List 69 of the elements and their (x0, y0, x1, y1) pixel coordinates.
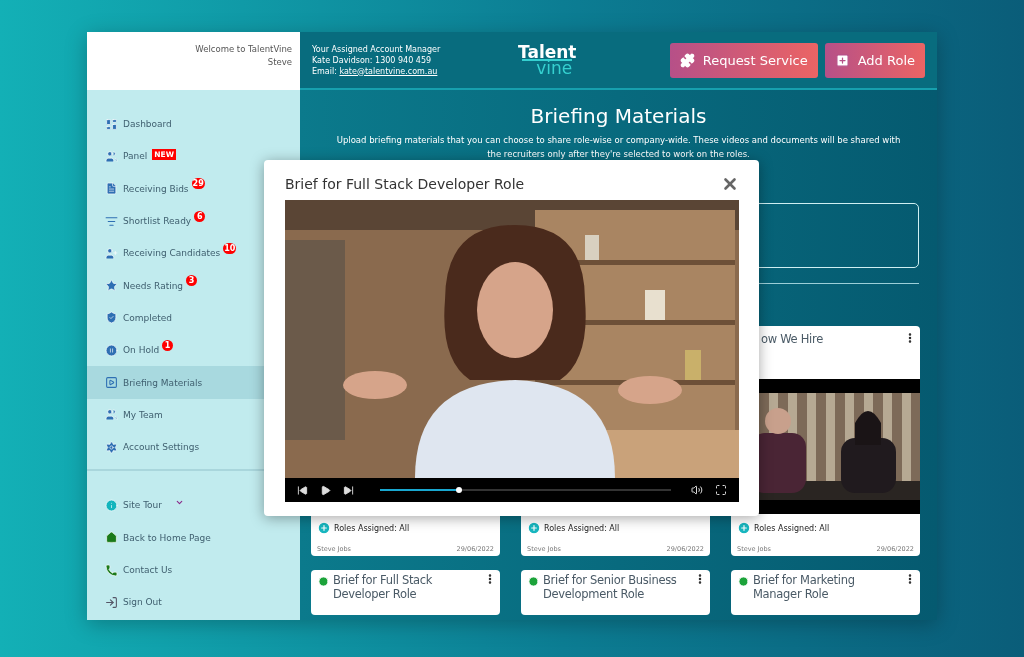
people-icon (105, 408, 118, 422)
video-icon (105, 376, 118, 389)
play-button[interactable] (320, 484, 331, 496)
logo: Talent vine (518, 44, 577, 76)
volume-button[interactable] (691, 484, 703, 496)
material-card[interactable]: Brief for Senior Business Development Role (521, 570, 710, 616)
count-badge: 10 (223, 242, 237, 254)
roles-assigned: Roles Assigned: All (754, 523, 830, 533)
info-icon (105, 498, 118, 512)
dashboard-icon (105, 117, 118, 131)
manager-email: Email: kate@talentvine.com.au (312, 66, 439, 76)
count-badge: 6 (194, 210, 206, 222)
close-button[interactable] (721, 175, 739, 193)
nav-item[interactable]: Shortlist Ready 6 (87, 204, 300, 238)
nav-item[interactable]: Needs Rating 3 (87, 269, 300, 302)
add-person-icon (105, 246, 118, 260)
play-dot-icon (318, 576, 329, 588)
nav-item[interactable]: Receiving Candidates 10 (87, 237, 300, 270)
fullscreen-button[interactable] (715, 484, 727, 496)
roles-assigned: Roles Assigned: All (334, 523, 410, 533)
page-title: Briefing Materials (530, 104, 707, 128)
puzzle-icon (679, 52, 695, 68)
filter-icon (105, 214, 118, 228)
home-icon (105, 531, 118, 545)
nav-item[interactable]: Completed (87, 301, 300, 335)
manager-contact: Kate Davidson: 1300 940 459 (312, 55, 433, 65)
phone-icon (105, 563, 118, 577)
card-title: Brief for Marketing Manager Role (753, 573, 856, 602)
material-card[interactable]: Brief for Marketing Manager Role (731, 570, 920, 616)
add-circle-icon[interactable] (737, 521, 751, 536)
shield-check-icon (105, 311, 118, 325)
add-role-button[interactable]: Add Role (824, 42, 925, 78)
card-title: Brief for Senior Business Development Role (543, 573, 678, 602)
nav-item[interactable]: Site Tour (87, 489, 300, 522)
plus-icon (834, 52, 850, 68)
nav-item[interactable]: Account Settings (87, 430, 300, 464)
user-name: Steve (267, 57, 292, 67)
nav-item[interactable]: My Team (87, 398, 300, 431)
email-link[interactable]: kate@talentvine.com.au (339, 66, 438, 76)
manager-heading: Your Assigned Account Manager (312, 44, 442, 54)
nav-item[interactable]: Sign Out (87, 586, 300, 619)
play-dot-icon (528, 576, 539, 588)
pause-icon (105, 343, 118, 357)
nav-item[interactable]: Contact Us (87, 553, 300, 587)
count-badge: 1 (162, 339, 174, 351)
play-dot-icon (738, 576, 749, 588)
request-service-button[interactable]: Request Service (669, 42, 818, 78)
document-icon (105, 182, 118, 196)
sign-out-icon (105, 595, 118, 609)
skip-back-button[interactable] (297, 484, 308, 496)
roles-assigned: Roles Assigned: All (544, 523, 620, 533)
nav-item[interactable]: On Hold 1 (87, 334, 300, 367)
add-circle-icon[interactable] (317, 521, 331, 536)
material-card[interactable]: Brief for Full Stack Developer Role (311, 570, 500, 616)
star-icon (105, 279, 118, 293)
skip-forward-button[interactable] (343, 484, 354, 496)
card-title: Brief for Full Stack Developer Role (333, 573, 434, 602)
dialog-title: Brief for Full Stack Developer Role (285, 176, 525, 192)
card-title: ow We Hire (761, 332, 824, 347)
welcome-text: Welcome to TalentVine (195, 44, 292, 54)
progress-handle[interactable] (455, 487, 462, 493)
settings-icon (105, 440, 118, 454)
nav-item[interactable]: Back to Home Page (87, 521, 300, 554)
people-icon (105, 149, 118, 163)
page-description: Upload briefing materials that you can choose to share role-wise or company-wide. These videos and documents will be shared with the recruiters only after they're selected to work on the roles. (335, 134, 902, 161)
add-circle-icon[interactable] (527, 521, 541, 536)
count-badge: 3 (186, 275, 198, 287)
count-badge: 29 (191, 178, 205, 190)
nav-item[interactable]: Dashboard (87, 108, 300, 141)
